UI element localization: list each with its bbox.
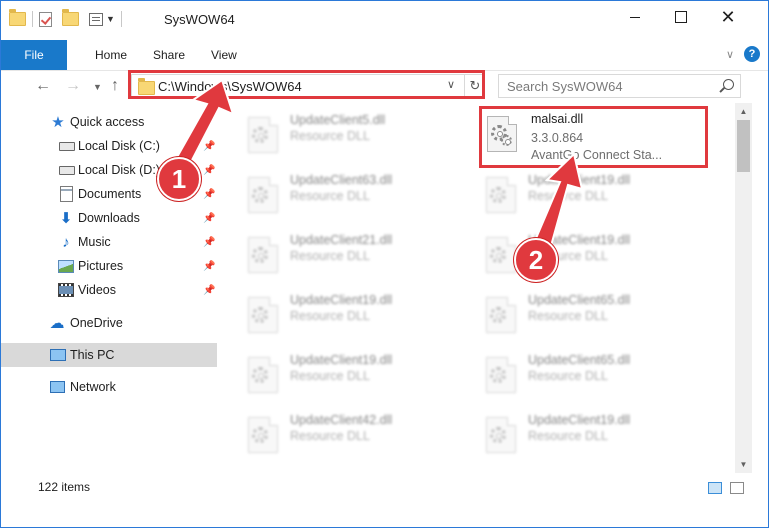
annotation-arrows	[170, 78, 584, 255]
callout-2: 2	[514, 238, 558, 282]
arrow-1-icon	[170, 78, 235, 168]
callout-1: 1	[157, 157, 201, 201]
